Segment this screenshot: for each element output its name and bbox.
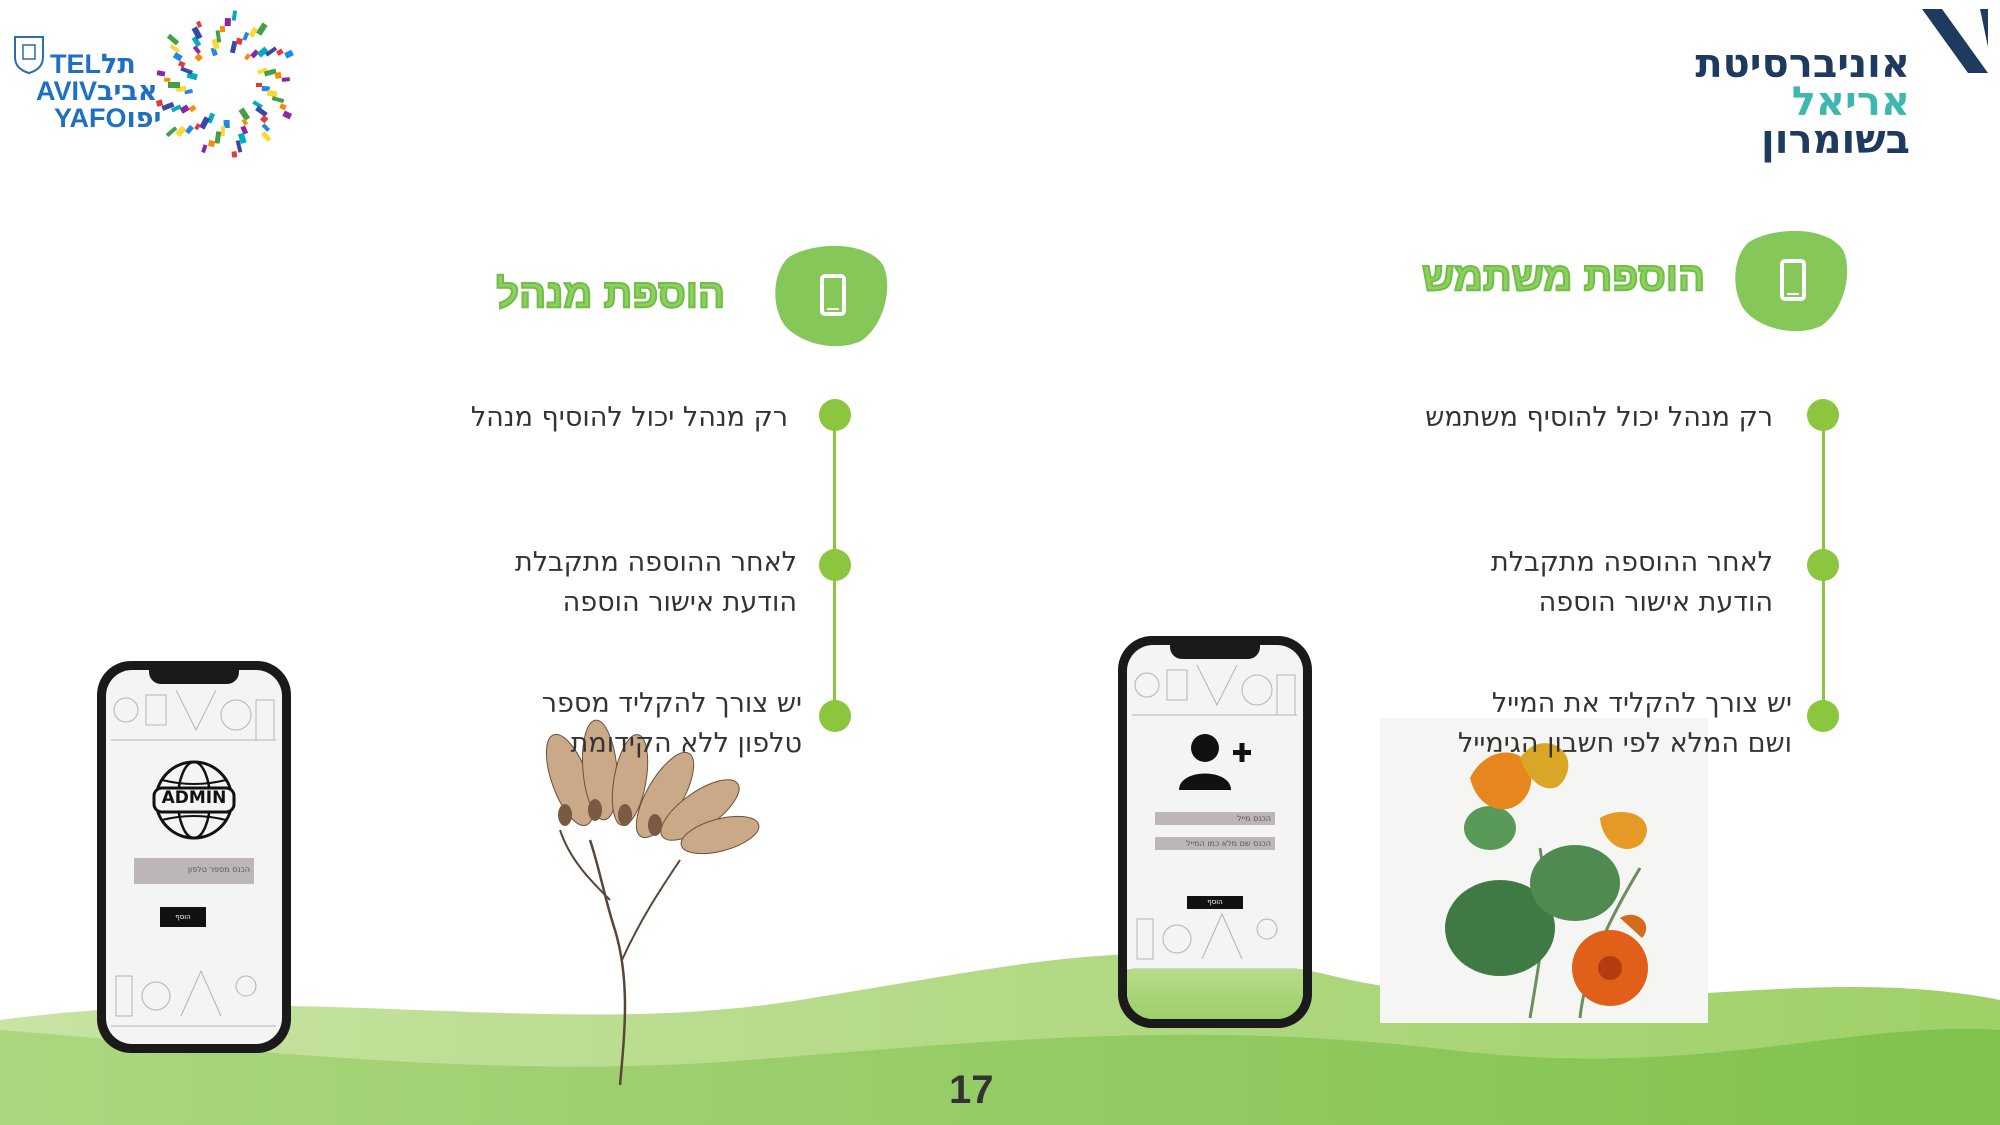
burst-piece [259,114,269,124]
burst-piece [166,33,180,46]
burst-piece [191,26,203,40]
item-text: יש צורך להקליד מספר [541,688,802,719]
burst-piece [231,151,238,158]
burst-piece [175,125,187,137]
tel-aviv-logo: TELתל AVIVאביב YAFOיפו [10,5,300,165]
doodle-top [1132,664,1297,716]
phone-screen: הכנס מייל הכנס שם מלא כמו המייל הוסף [1127,645,1303,1019]
burst-piece [155,99,164,107]
emblem-icon [14,36,44,75]
burst-piece [281,77,290,82]
burst-piece [274,71,282,79]
burst-piece [256,83,262,87]
section-user-icon-blob [1735,230,1848,332]
burst-piece [164,77,171,83]
burst-piece [220,125,226,137]
item-text: טלפון ללא הקידומת [570,728,802,759]
item-text: רק מנהל יכול להוסיף מנהל [470,402,788,433]
burst-piece [169,44,181,54]
phone-number-field: הכנס מספר טלפון [134,858,254,884]
item-text: ושם המלא לפי חשבון הגימייל [1457,728,1792,759]
burst-piece [276,48,284,56]
list-item: יש צורך להקליד מספר טלפון ללא הקידומת [542,684,802,764]
tlv-burst-logo [155,10,294,158]
timeline-dot-user-3 [1807,700,1839,732]
page-number: 17 [949,1068,994,1112]
list-item: רק מנהל יכול להוסיף משתמש [1425,398,1773,438]
phone-mockup-user: הכנס מייל הכנס שם מלא כמו המייל הוסף [1118,636,1312,1028]
burst-piece [194,123,201,131]
doodle-top [111,689,276,741]
burst-piece [185,124,194,135]
doodle-bottom [111,969,276,1027]
item-text: הודעת אישור הוספה [1538,587,1773,618]
item-text: רק מנהל יכול להוסיף משתמש [1425,402,1773,433]
burst-piece [214,131,222,144]
tlv-en-3: YAFO [54,103,127,133]
item-text: יש צורך להקליד את המייל [1491,688,1792,719]
list-item: לאחר ההוספה מתקבלת הודעת אישור הוספה [1491,543,1773,623]
phone-screen: ADMIN הכנס מספר טלפון הוסף [106,670,282,1044]
burst-piece [238,107,251,121]
burst-piece [208,139,216,148]
university-line-2: אריאל [1791,79,1910,125]
burst-piece [261,131,272,143]
timeline-dot-admin-1 [819,399,851,431]
section-title-user: הוספת משתמש [1421,254,1706,300]
burst-piece [224,17,232,27]
burst-piece [271,96,285,104]
burst-piece [219,25,226,33]
burst-piece [199,116,211,130]
university-line-3: בשומרון [1761,117,1910,163]
burst-piece [178,60,186,68]
burst-piece [201,144,208,154]
item-text: לאחר ההוספה מתקבלת [1490,547,1773,578]
admin-badge-label: ADMIN [161,788,227,808]
burst-piece [156,70,166,77]
tlv-en-2: AVIV [36,76,98,106]
ariel-university-logo: אוניברסיטת אריאל בשומרון [1695,5,1995,165]
burst-piece [279,103,287,111]
timeline-dot-user-1 [1807,399,1839,431]
section-title-admin: הוספת מנהל [495,271,726,317]
item-text: הודעת אישור הוספה [562,587,797,618]
list-item: יש צורך להקליד את המייל ושם המלא לפי חשב… [1458,684,1792,764]
burst-piece [266,89,278,98]
list-item: רק מנהל יכול להוסיף מנהל [471,398,788,438]
add-user-icon [1179,734,1251,790]
burst-piece [165,126,178,138]
fullname-field: הכנס שם מלא כמו המייל [1155,837,1275,850]
item-text: לאחר ההוספה מתקבלת [514,547,797,578]
burst-piece [284,49,294,59]
list-item: לאחר ההוספה מתקבלת הודעת אישור הוספה [515,543,797,623]
burst-piece [194,53,203,62]
burst-piece [179,104,190,114]
burst-piece [242,31,250,41]
burst-piece [172,52,183,62]
burst-piece [188,104,197,113]
burst-piece [282,110,293,120]
burst-piece [231,10,238,21]
university-line-1: אוניברסיטת [1695,41,1910,87]
add-button: הוסף [160,907,206,927]
burst-piece [180,66,193,75]
timeline-dot-admin-2 [819,549,851,581]
email-field: הכנס מייל [1155,812,1275,825]
tlv-en-1: TEL [50,49,101,79]
ariel-logo-mark [1922,9,1988,73]
burst-piece [243,53,251,61]
burst-piece [168,82,180,88]
timeline-dot-user-2 [1807,549,1839,581]
section-admin-icon-blob [775,245,888,347]
burst-piece [256,46,269,58]
doodle-bottom [1132,912,1297,970]
timeline-dot-admin-3 [819,700,851,732]
burst-piece [261,123,271,132]
phone-mockup-admin: ADMIN הכנס מספר טלפון הוסף [97,661,291,1053]
